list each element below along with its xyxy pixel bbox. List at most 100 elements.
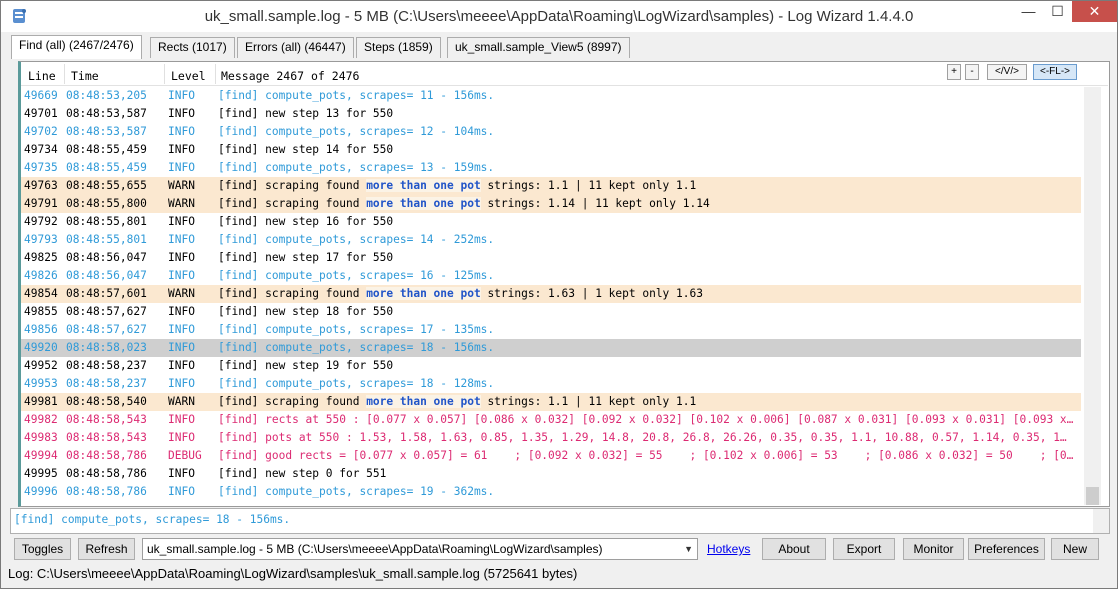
col-time[interactable]: Time	[71, 69, 99, 83]
search-highlight: more than one pot	[366, 287, 481, 300]
log-message: [find] compute_pots, scrapes= 19 - 362ms…	[218, 485, 495, 498]
log-level: INFO	[168, 125, 195, 138]
details-text: [find] compute_pots, scrapes= 18 - 156ms…	[14, 513, 291, 526]
tab-find-all[interactable]: Find (all) (2467/2476)	[11, 35, 142, 59]
close-button[interactable]: ✕	[1072, 1, 1117, 22]
log-level: INFO	[168, 269, 195, 282]
monitor-button[interactable]: Monitor	[903, 538, 964, 560]
log-line-number: 49994	[24, 449, 58, 462]
log-row[interactable]: 49920 08:48:58,023 INFO [find] compute_pots…	[21, 339, 1081, 357]
export-button[interactable]: Export	[833, 538, 895, 560]
log-row[interactable]: 49855 08:48:57,627 INFO [find] new step 18 …	[21, 303, 1081, 321]
log-time: 08:48:53,587	[66, 107, 147, 120]
preferences-button[interactable]: Preferences	[968, 538, 1045, 560]
window-title: uk_small.sample.log - 5 MB (C:\Users\mee…	[204, 8, 914, 25]
log-level: INFO	[168, 161, 195, 174]
log-level: INFO	[168, 431, 195, 444]
log-time: 08:48:58,786	[66, 485, 147, 498]
col-level[interactable]: Level	[171, 69, 206, 83]
toggles-button[interactable]: Toggles	[14, 538, 71, 560]
maximize-button[interactable]: ☐	[1044, 1, 1071, 22]
log-level: WARN	[168, 197, 195, 210]
log-row[interactable]: 49983 08:48:58,543 INFO [find] pots at 550 …	[21, 429, 1081, 447]
log-row[interactable]: 49856 08:48:57,627 INFO [find] compute_pots…	[21, 321, 1081, 339]
chevron-down-icon[interactable]: ▼	[684, 539, 693, 559]
log-time: 08:48:55,801	[66, 233, 147, 246]
tab-steps[interactable]: Steps (1859)	[356, 37, 441, 58]
about-button[interactable]: About	[762, 538, 826, 560]
log-row[interactable]: 49826 08:48:56,047 INFO [find] compute_pots…	[21, 267, 1081, 285]
hotkeys-link[interactable]: Hotkeys	[707, 542, 750, 556]
log-row[interactable]: 49952 08:48:58,237 INFO [find] new step 19 …	[21, 357, 1081, 375]
log-message: [find] compute_pots, scrapes= 17 - 135ms…	[218, 323, 495, 336]
log-row[interactable]: 49791 08:48:55,800 WARN [find] scraping fou…	[21, 195, 1081, 213]
log-message: [find] scraping found more than one pot …	[218, 195, 1078, 213]
column-divider	[64, 64, 65, 84]
minimize-button[interactable]: —	[1015, 1, 1042, 22]
log-row[interactable]: 49793 08:48:55,801 INFO [find] compute_pots…	[21, 231, 1081, 249]
font-decrease-button[interactable]: -	[965, 64, 979, 80]
vertical-scrollbar[interactable]	[1084, 87, 1101, 505]
log-time: 08:48:58,543	[66, 431, 147, 444]
log-row[interactable]: 49735 08:48:55,459 INFO [find] compute_pots…	[21, 159, 1081, 177]
log-time: 08:48:58,543	[66, 413, 147, 426]
log-row[interactable]: 49995 08:48:58,786 INFO [find] new step 0 f…	[21, 465, 1081, 483]
scrollbar-thumb[interactable]	[1086, 487, 1099, 505]
log-row[interactable]: 49763 08:48:55,655 WARN [find] scraping fou…	[21, 177, 1081, 195]
log-file-select[interactable]: uk_small.sample.log - 5 MB (C:\Users\mee…	[142, 538, 698, 560]
log-row[interactable]: 49996 08:48:58,786 INFO [find] compute_pots…	[21, 483, 1081, 501]
new-button[interactable]: New	[1051, 538, 1099, 560]
log-message: [find] compute_pots, scrapes= 16 - 125ms…	[218, 269, 495, 282]
col-line[interactable]: Line	[28, 69, 56, 83]
log-time: 08:48:58,237	[66, 359, 147, 372]
refresh-button[interactable]: Refresh	[78, 538, 135, 560]
font-increase-button[interactable]: +	[947, 64, 961, 80]
log-time: 08:48:53,587	[66, 125, 147, 138]
filter-line-toggle-button[interactable]: <-FL->	[1033, 64, 1077, 80]
log-line-number: 49982	[24, 413, 58, 426]
details-scrollbar[interactable]	[1093, 509, 1109, 533]
log-row[interactable]: 49982 08:48:58,543 INFO [find] rects at 550…	[21, 411, 1081, 429]
log-message: [find] compute_pots, scrapes= 18 - 156ms…	[218, 341, 495, 354]
log-row[interactable]: 49734 08:48:55,459 INFO [find] new step 14 …	[21, 141, 1081, 159]
log-row[interactable]: 49669 08:48:53,205 INFO [find] compute_pots…	[21, 87, 1081, 105]
log-row[interactable]: 49825 08:48:56,047 INFO [find] new step 17 …	[21, 249, 1081, 267]
log-line-number: 49981	[24, 395, 58, 408]
log-level: INFO	[168, 377, 195, 390]
log-level: DEBUG	[168, 449, 202, 462]
log-time: 08:48:58,786	[66, 449, 147, 462]
log-level: INFO	[168, 467, 195, 480]
log-row[interactable]: 49701 08:48:53,587 INFO [find] new step 13 …	[21, 105, 1081, 123]
log-row[interactable]: 49953 08:48:58,237 INFO [find] compute_pots…	[21, 375, 1081, 393]
tab-view5[interactable]: uk_small.sample_View5 (8997)	[447, 37, 630, 58]
log-row[interactable]: 49981 08:48:58,540 WARN [find] scraping fou…	[21, 393, 1081, 411]
log-time: 08:48:58,023	[66, 341, 147, 354]
log-time: 08:48:58,237	[66, 377, 147, 390]
log-level: WARN	[168, 395, 195, 408]
log-row[interactable]: 49792 08:48:55,801 INFO [find] new step 16 …	[21, 213, 1081, 231]
log-message: [find] new step 14 for 550	[218, 143, 394, 156]
log-line-number: 49855	[24, 305, 58, 318]
log-line-number: 49791	[24, 197, 58, 210]
search-highlight: more than one pot	[366, 197, 481, 210]
app-window: uk_small.sample.log - 5 MB (C:\Users\mee…	[0, 0, 1118, 589]
log-row[interactable]: 49854 08:48:57,601 WARN [find] scraping fou…	[21, 285, 1081, 303]
log-level: INFO	[168, 359, 195, 372]
log-message: [find] good rects = [0.077 x 0.057] = 61…	[218, 449, 1074, 462]
log-row[interactable]: 49994 08:48:58,786 DEBUG [find] good rects …	[21, 447, 1081, 465]
log-line-number: 49983	[24, 431, 58, 444]
view-toggle-button[interactable]: </V/>	[987, 64, 1027, 80]
log-level: INFO	[168, 233, 195, 246]
log-view[interactable]: Line Time Level Message 2467 of 2476 + -…	[18, 61, 1110, 507]
log-message: [find] scraping found more than one pot …	[218, 177, 1078, 195]
col-message[interactable]: Message 2467 of 2476	[221, 69, 359, 83]
tab-errors-all[interactable]: Errors (all) (46447)	[237, 37, 354, 58]
log-level: INFO	[168, 251, 195, 264]
log-level: INFO	[168, 341, 195, 354]
tab-rects[interactable]: Rects (1017)	[150, 37, 235, 58]
log-message: [find] compute_pots, scrapes= 12 - 104ms…	[218, 125, 495, 138]
log-row[interactable]: 49702 08:48:53,587 INFO [find] compute_pots…	[21, 123, 1081, 141]
log-line-number: 49701	[24, 107, 58, 120]
log-level: INFO	[168, 89, 195, 102]
details-box[interactable]: [find] compute_pots, scrapes= 18 - 156ms…	[10, 508, 1110, 534]
